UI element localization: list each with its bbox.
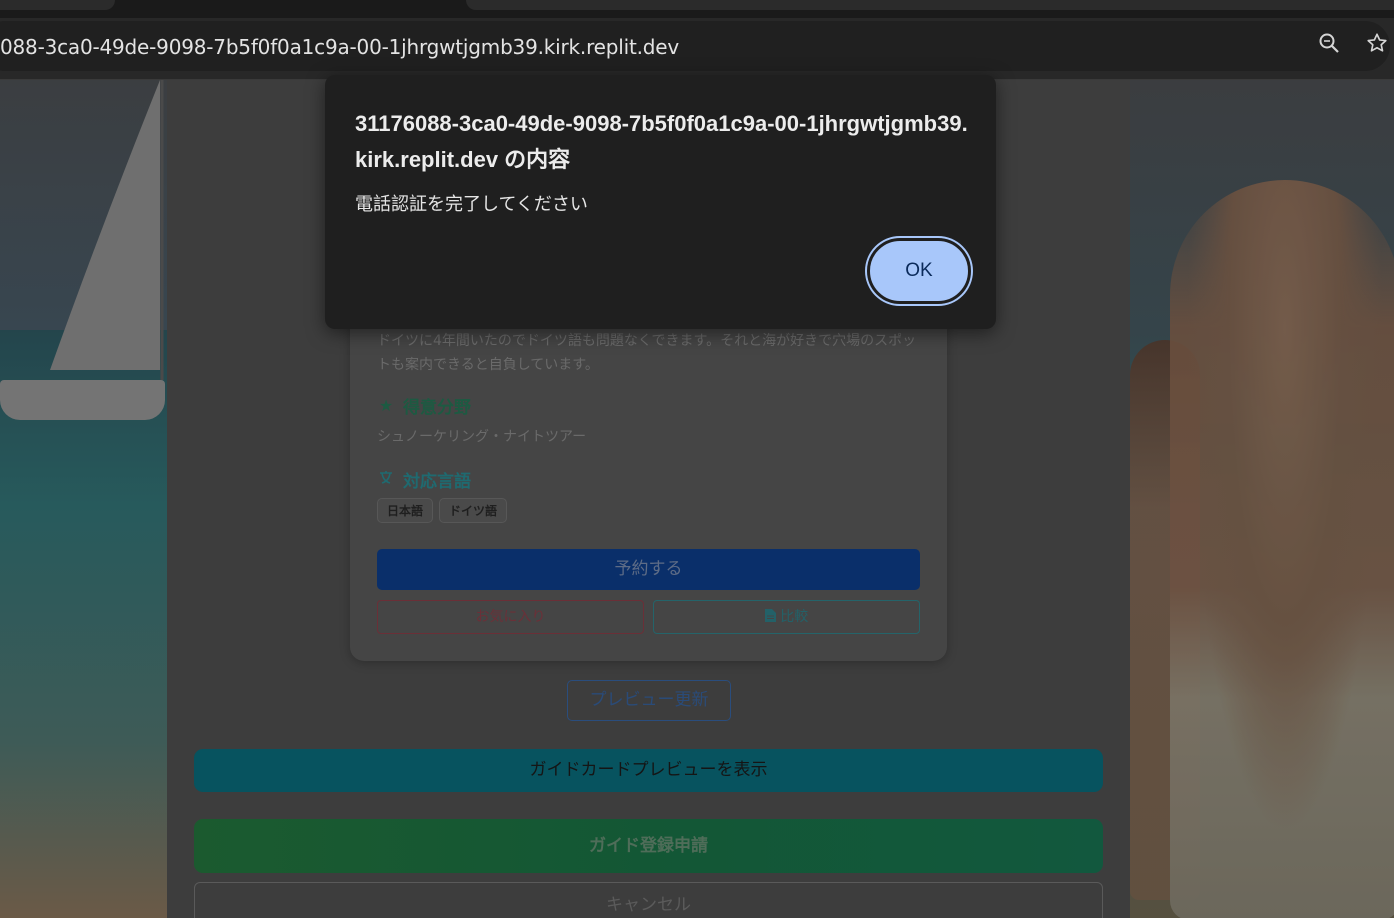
address-bar[interactable]: 088-3ca0-49de-9098-7b5f0f0a1c9a-00-1jhrg…	[0, 21, 1390, 71]
languages-heading: 対応言語	[377, 467, 471, 492]
sailboat-image	[50, 80, 164, 380]
cancel-button[interactable]: キャンセル	[194, 882, 1103, 918]
favorite-button[interactable]: お気に入り	[377, 600, 644, 634]
guide-description: ドイツに4年間いたのでドイツ語も問題なくできます。それと海が好きで穴場のスポット…	[377, 333, 917, 373]
tab-strip-background	[466, 0, 1394, 10]
compare-button[interactable]: 比較	[653, 600, 920, 634]
dialog-message: 電話認証を完了してください	[355, 194, 588, 215]
alert-dialog: 31176088-3ca0-49de-9098-7b5f0f0a1c9a-00-…	[325, 75, 996, 329]
language-tags: 日本語 ドイツ語	[377, 498, 508, 523]
language-tag: 日本語	[377, 498, 434, 523]
register-guide-button[interactable]: ガイド登録申請	[194, 819, 1103, 873]
zoom-icon[interactable]	[1315, 32, 1343, 60]
star-icon[interactable]	[1363, 32, 1391, 60]
ok-button[interactable]: OK	[867, 238, 971, 304]
language-tag: ドイツ語	[439, 498, 508, 523]
reserve-button[interactable]: 予約する	[377, 549, 920, 590]
boat-hull-image	[0, 380, 165, 420]
tab[interactable]	[0, 0, 115, 10]
url-text[interactable]: 088-3ca0-49de-9098-7b5f0f0a1c9a-00-1jhrg…	[0, 35, 679, 59]
languages-heading-label: 対応言語	[403, 472, 471, 492]
preview-update-button[interactable]: プレビュー更新	[567, 680, 731, 721]
specialty-heading: ★ 得意分野	[377, 393, 471, 418]
show-preview-button[interactable]: ガイドカードプレビューを表示	[194, 749, 1103, 792]
specialty-value: シュノーケリング・ナイトツアー	[377, 429, 587, 445]
tab-strip	[0, 0, 1394, 18]
language-icon	[377, 469, 395, 491]
document-icon	[764, 609, 780, 625]
dialog-title: 31176088-3ca0-49de-9098-7b5f0f0a1c9a-00-…	[355, 111, 968, 172]
specialty-heading-label: 得意分野	[403, 398, 471, 418]
person-image	[1170, 180, 1394, 918]
favorite-button-label: お気に入り	[475, 609, 546, 625]
star-icon: ★	[378, 396, 394, 415]
compare-button-label: 比較	[780, 609, 809, 625]
browser-toolbar: 088-3ca0-49de-9098-7b5f0f0a1c9a-00-1jhrg…	[0, 18, 1394, 80]
